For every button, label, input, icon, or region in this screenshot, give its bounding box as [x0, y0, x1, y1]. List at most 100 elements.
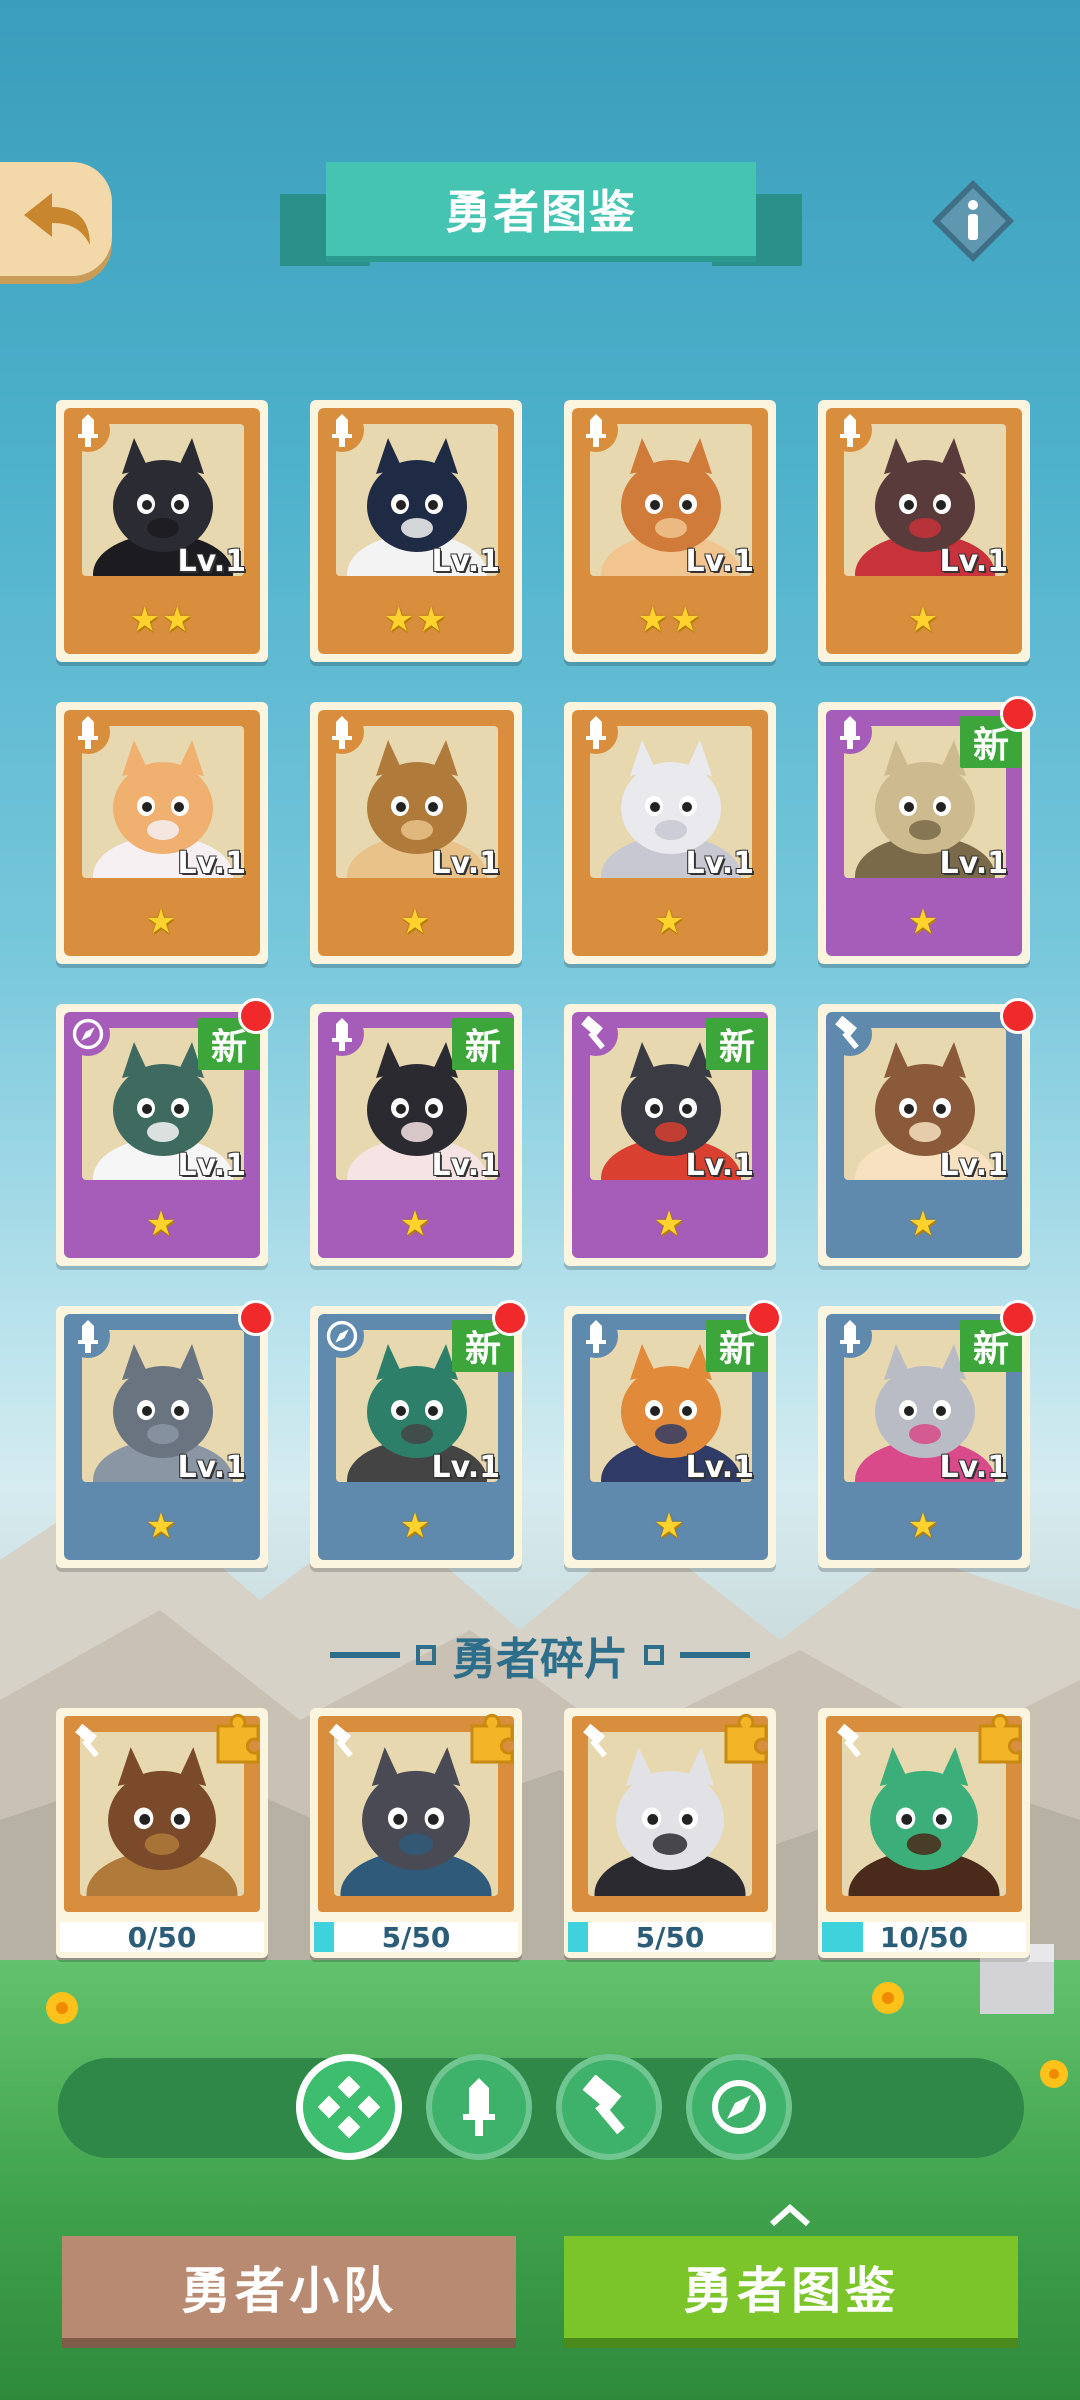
puzzle-piece-icon: [724, 1713, 768, 1764]
sword-icon: [332, 716, 352, 749]
hero-level: Lv.1: [431, 846, 501, 881]
hero-class-badge: [322, 1720, 366, 1764]
hero-stars: ★: [907, 1506, 941, 1546]
fragment-progress-bar: 10/50: [822, 1920, 1026, 1954]
hero-stars: ★: [399, 902, 433, 942]
hero-level: Lv.1: [431, 1148, 501, 1183]
hammer-icon: [329, 1724, 353, 1758]
hero-class-badge: [574, 408, 618, 452]
filter-all-button[interactable]: [296, 2054, 402, 2160]
grid-diamond-icon: [317, 2075, 381, 2139]
back-arrow-icon: [24, 193, 90, 245]
sword-icon: [586, 716, 606, 749]
hero-card[interactable]: 新 Lv.1 ★: [564, 1004, 776, 1266]
hero-card[interactable]: Lv.1 ★: [310, 702, 522, 964]
hero-card[interactable]: Lv.1 ★: [818, 998, 1036, 1266]
hero-class-badge: [830, 1720, 874, 1764]
flower-decoration: [1040, 2060, 1068, 2088]
sword-icon: [586, 1320, 606, 1353]
back-button[interactable]: [0, 162, 112, 276]
hero-stars: ★: [145, 902, 179, 942]
sword-icon: [78, 716, 98, 749]
sword-icon: [840, 1320, 860, 1353]
hero-card[interactable]: 新 Lv.1 ★: [310, 1004, 522, 1266]
notification-dot: [1000, 1300, 1036, 1336]
hero-class-badge: [66, 408, 110, 452]
hero-class-badge: [320, 710, 364, 754]
hero-level: Lv.1: [685, 544, 755, 579]
hero-card[interactable]: Lv.1 ★★: [56, 400, 268, 662]
hero-level: Lv.1: [685, 1450, 755, 1485]
chevron-up-icon: [770, 2203, 810, 2227]
hero-class-badge: [828, 1012, 872, 1056]
hero-class-badge: [574, 710, 618, 754]
hero-level: Lv.1: [939, 1148, 1009, 1183]
filter-compass-button[interactable]: [686, 2054, 792, 2160]
hero-card[interactable]: 新 Lv.1 ★: [56, 998, 274, 1266]
hammer-icon: [835, 1016, 859, 1050]
hero-class-badge: [320, 1012, 364, 1056]
hero-card[interactable]: Lv.1 ★: [56, 1300, 274, 1568]
fragment-progress-bar: 5/50: [314, 1921, 518, 1954]
section-title-text: 勇者碎片: [452, 1634, 628, 1685]
hero-card[interactable]: 新 Lv.1 ★: [564, 1300, 782, 1568]
puzzle-piece-icon: [978, 1713, 1022, 1764]
notification-dot: [1000, 998, 1036, 1034]
hero-card[interactable]: 新 Lv.1 ★: [818, 1300, 1036, 1568]
hammer-icon: [75, 1724, 99, 1758]
hero-card[interactable]: Lv.1 ★★: [564, 400, 776, 662]
hero-class-badge: [576, 1720, 620, 1764]
hero-fragment-card[interactable]: 5/50: [564, 1708, 776, 1958]
sword-icon: [586, 414, 606, 447]
notification-dot: [492, 1300, 528, 1336]
hero-fragment-card[interactable]: 0/50: [56, 1708, 268, 1958]
hero-fragment-card[interactable]: 10/50: [818, 1708, 1030, 1958]
hero-card[interactable]: Lv.1 ★: [564, 702, 776, 964]
flower-decoration: [872, 1982, 904, 2014]
filter-hammer-button[interactable]: [556, 2054, 662, 2160]
sword-icon: [78, 1320, 98, 1353]
sword-icon: [78, 414, 98, 447]
hero-card[interactable]: Lv.1 ★: [56, 702, 268, 964]
fragments-section-title: 勇者碎片: [300, 1630, 780, 1685]
hero-class-badge: [828, 710, 872, 754]
hero-team-tab[interactable]: 勇者小队: [62, 2236, 516, 2338]
notification-dot: [238, 998, 274, 1034]
hero-class-badge: [66, 1012, 110, 1056]
hero-card[interactable]: 新 Lv.1 ★: [310, 1300, 528, 1568]
hero-fragment-card[interactable]: 5/50: [310, 1708, 522, 1958]
sword-icon: [840, 414, 860, 447]
hero-codex-tab[interactable]: 勇者图鉴: [564, 2236, 1018, 2338]
info-button[interactable]: [930, 178, 1016, 264]
hammer-icon: [581, 1016, 605, 1050]
hero-card[interactable]: Lv.1 ★★: [310, 400, 522, 662]
hero-stars: ★: [399, 1204, 433, 1244]
hero-stars: ★: [907, 1204, 941, 1244]
hero-stars: ★: [399, 1506, 433, 1546]
hero-stars: ★: [145, 1204, 179, 1244]
title-banner: 勇者图鉴: [280, 162, 802, 266]
compass-icon: [712, 2080, 766, 2134]
filter-sword-button[interactable]: [426, 2054, 532, 2160]
hero-card[interactable]: 新 Lv.1 ★: [818, 696, 1036, 964]
hero-stars: ★: [907, 902, 941, 942]
new-badge: 新: [452, 1018, 514, 1070]
hero-class-badge: [828, 408, 872, 452]
hero-class-badge: [66, 1314, 110, 1358]
fragment-progress-text: 5/50: [635, 1920, 705, 1954]
hero-stars: ★★: [129, 600, 195, 640]
hero-level: Lv.1: [177, 846, 247, 881]
hero-class-badge: [574, 1314, 618, 1358]
hero-class-badge: [68, 1720, 112, 1764]
fragment-progress-text: 10/50: [879, 1920, 969, 1954]
hero-level: Lv.1: [177, 544, 247, 579]
fragment-progress-bar: 0/50: [60, 1921, 264, 1954]
hero-stars: ★: [145, 1506, 179, 1546]
hero-card[interactable]: Lv.1 ★: [818, 400, 1030, 662]
fragment-progress-bar: 5/50: [568, 1920, 772, 1954]
hero-level: Lv.1: [939, 544, 1009, 579]
hero-class-badge: [320, 408, 364, 452]
hero-level: Lv.1: [685, 1148, 755, 1183]
hero-stars: ★: [653, 902, 687, 942]
puzzle-piece-icon: [470, 1713, 514, 1764]
